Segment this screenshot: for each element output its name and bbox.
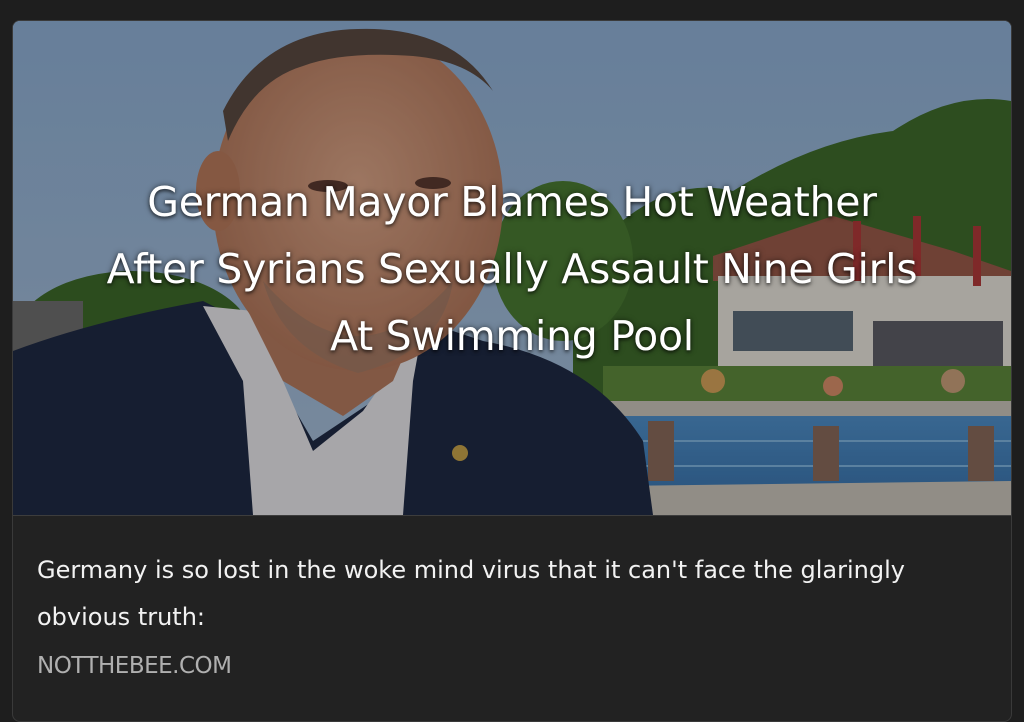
embed-thumbnail[interactable]: German Mayor Blames Hot Weather After Sy… <box>13 21 1011 515</box>
headline-line-2: After Syrians Sexually Assault Nine Girl… <box>106 245 918 293</box>
headline-line-1: German Mayor Blames Hot Weather <box>147 178 877 226</box>
link-embed-card[interactable]: German Mayor Blames Hot Weather After Sy… <box>12 20 1012 722</box>
embed-description: Germany is so lost in the woke mind viru… <box>37 556 905 631</box>
embed-source-domain[interactable]: NOTTHEBEE.COM <box>37 653 987 679</box>
embed-headline: German Mayor Blames Hot Weather After Sy… <box>13 169 1011 370</box>
headline-line-3: At Swimming Pool <box>330 312 694 360</box>
embed-body: Germany is so lost in the woke mind viru… <box>13 516 1011 679</box>
